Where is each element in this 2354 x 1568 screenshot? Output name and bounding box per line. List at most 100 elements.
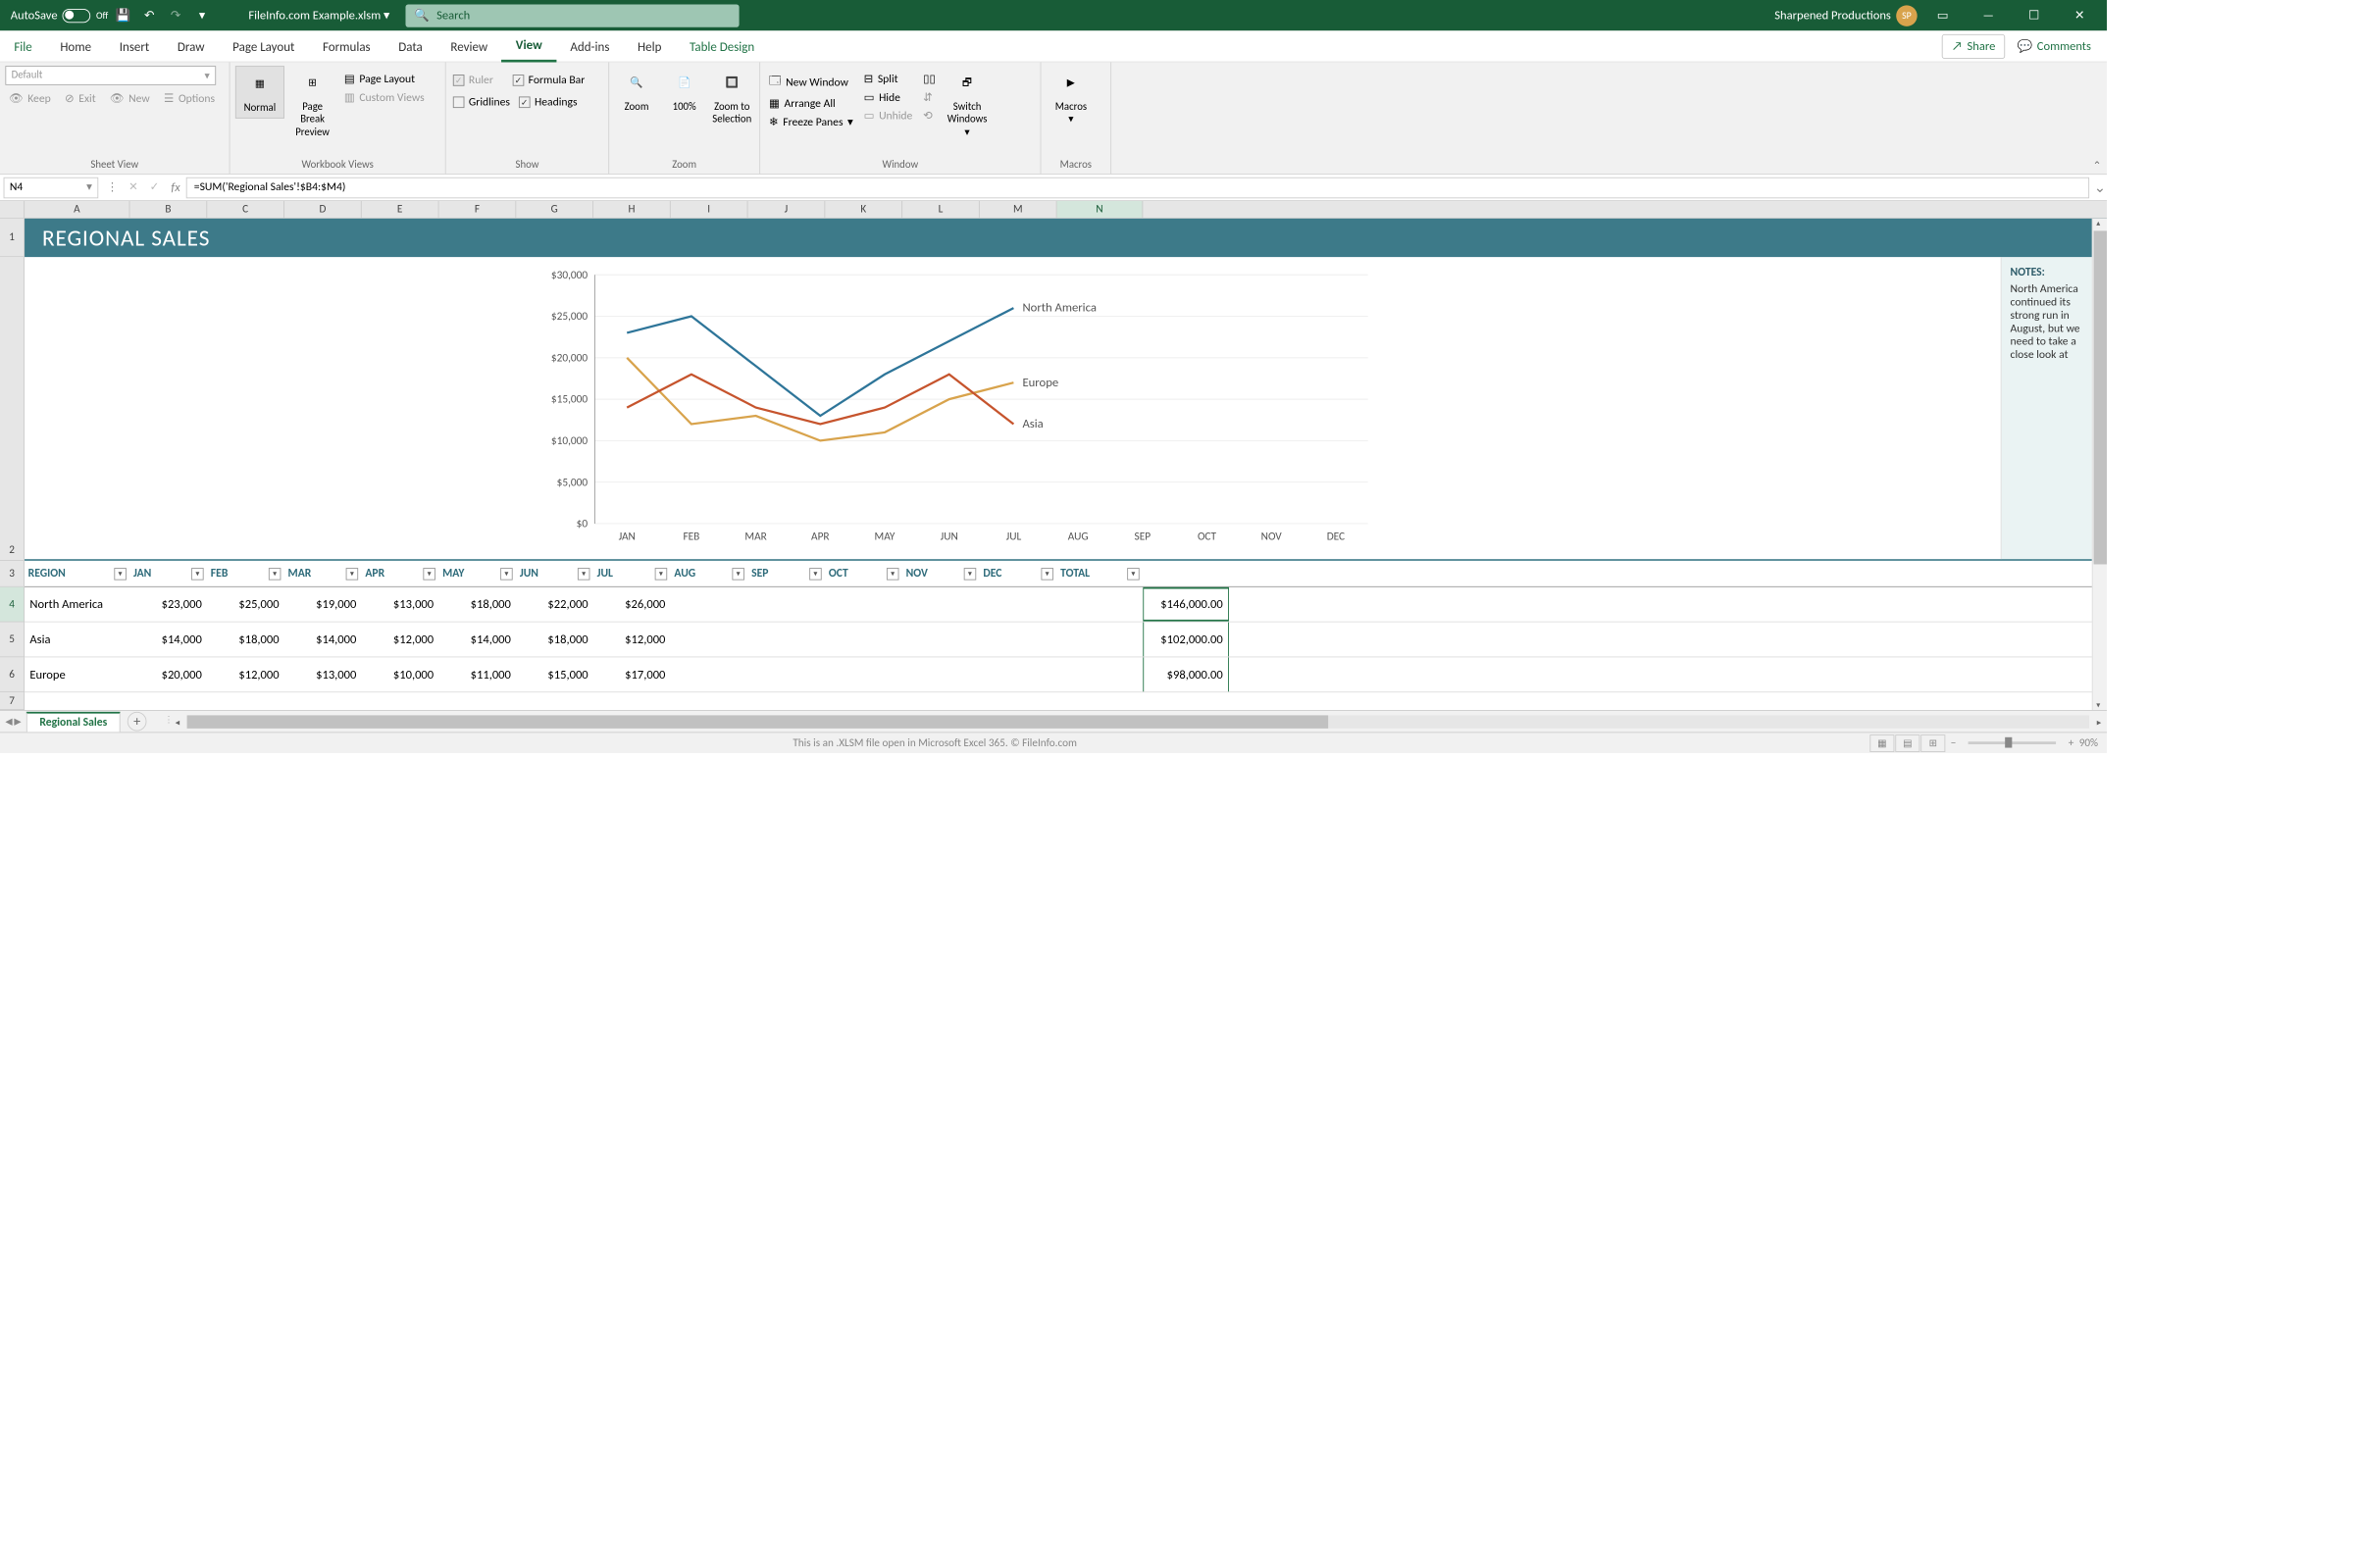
- data-cell[interactable]: [980, 587, 1057, 622]
- region-cell[interactable]: North America: [25, 587, 129, 622]
- filter-icon[interactable]: ▾: [964, 568, 977, 581]
- normal-view-icon[interactable]: ▦: [1869, 734, 1894, 752]
- switch-windows-button[interactable]: 🗗Switch Windows ▾: [943, 66, 992, 142]
- tab-formulas[interactable]: Formulas: [309, 30, 384, 62]
- account-name[interactable]: Sharpened Productions: [1774, 8, 1891, 23]
- filter-icon[interactable]: ▾: [732, 568, 744, 581]
- account-avatar[interactable]: SP: [1896, 5, 1917, 25]
- data-cell[interactable]: [671, 587, 748, 622]
- data-cell[interactable]: $19,000: [284, 587, 362, 622]
- table-header-cell[interactable]: JAN▾: [129, 561, 207, 586]
- table-header-cell[interactable]: DEC▾: [980, 561, 1057, 586]
- expand-formula-icon[interactable]: ⌄: [2093, 178, 2107, 196]
- data-cell[interactable]: $14,000: [439, 623, 517, 657]
- data-cell[interactable]: [902, 587, 980, 622]
- data-cell[interactable]: $22,000: [516, 587, 593, 622]
- col-header[interactable]: N: [1057, 201, 1144, 218]
- col-header[interactable]: B: [129, 201, 207, 218]
- filter-icon[interactable]: ▾: [423, 568, 435, 581]
- data-cell[interactable]: [980, 623, 1057, 657]
- row-header[interactable]: 4: [0, 587, 25, 623]
- tab-view[interactable]: View: [501, 30, 556, 62]
- total-cell[interactable]: $98,000.00: [1143, 657, 1229, 691]
- zoom-in-icon[interactable]: +: [2069, 736, 2074, 749]
- select-all-corner[interactable]: [0, 201, 25, 218]
- col-header[interactable]: J: [748, 201, 826, 218]
- data-cell[interactable]: $10,000: [362, 657, 439, 691]
- data-cell[interactable]: $13,000: [362, 587, 439, 622]
- headings-checkbox[interactable]: Headings: [517, 93, 579, 112]
- tab-insert[interactable]: Insert: [105, 30, 163, 62]
- col-header[interactable]: M: [980, 201, 1057, 218]
- page-layout-button[interactable]: ▤Page Layout: [340, 71, 428, 87]
- zoom-button[interactable]: 🔍Zoom: [615, 66, 659, 117]
- gridlines-checkbox[interactable]: Gridlines: [451, 93, 512, 112]
- table-header-cell[interactable]: OCT▾: [825, 561, 902, 586]
- data-cell[interactable]: $18,000: [439, 587, 517, 622]
- tab-data[interactable]: Data: [384, 30, 436, 62]
- autosave-toggle[interactable]: AutoSave Off: [11, 8, 108, 23]
- col-header[interactable]: A: [25, 201, 129, 218]
- data-cell[interactable]: [671, 623, 748, 657]
- data-cell[interactable]: [1057, 657, 1144, 691]
- tab-file[interactable]: File: [0, 30, 46, 62]
- zoom-slider[interactable]: [1969, 741, 2056, 744]
- data-cell[interactable]: [980, 657, 1057, 691]
- data-cell[interactable]: [825, 587, 902, 622]
- data-cell[interactable]: [1057, 587, 1144, 622]
- filter-icon[interactable]: ▾: [887, 568, 899, 581]
- data-cell[interactable]: [1057, 623, 1144, 657]
- data-cell[interactable]: [902, 657, 980, 691]
- ruler-checkbox[interactable]: Ruler: [451, 71, 495, 89]
- data-cell[interactable]: $18,000: [207, 623, 284, 657]
- page-layout-view-icon[interactable]: ▤: [1895, 734, 1919, 752]
- normal-view-button[interactable]: ▦ Normal: [235, 66, 284, 119]
- data-cell[interactable]: $17,000: [593, 657, 671, 691]
- filename[interactable]: FileInfo.com Example.xlsm ▾: [248, 8, 389, 23]
- exit-button[interactable]: ⊘Exit: [61, 90, 99, 107]
- minimize-icon[interactable]: —: [1969, 0, 2009, 30]
- hide-button[interactable]: ▭Hide: [860, 89, 916, 106]
- region-cell[interactable]: Europe: [25, 657, 129, 691]
- filter-icon[interactable]: ▾: [578, 568, 590, 581]
- data-cell[interactable]: $15,000: [516, 657, 593, 691]
- fx-icon[interactable]: fx: [165, 177, 185, 197]
- total-cell[interactable]: $146,000.00: [1143, 587, 1229, 622]
- scrollbar-thumb[interactable]: [2094, 230, 2107, 564]
- zoom-to-selection-button[interactable]: 🔲Zoom to Selection: [710, 66, 754, 129]
- table-header-cell[interactable]: APR▾: [362, 561, 439, 586]
- sheet-nav-next-icon[interactable]: ▸: [14, 713, 21, 731]
- col-header[interactable]: L: [902, 201, 980, 218]
- data-cell[interactable]: $26,000: [593, 587, 671, 622]
- new-window-button[interactable]: 🗔New Window: [765, 71, 856, 93]
- freeze-panes-button[interactable]: ❄Freeze Panes ▾: [765, 114, 856, 130]
- table-header-cell[interactable]: MAR▾: [284, 561, 362, 586]
- macros-button[interactable]: ▶Macros▾: [1047, 66, 1096, 129]
- table-row[interactable]: North America$23,000$25,000$19,000$13,00…: [25, 587, 2107, 623]
- table-header-cell[interactable]: REGION▾: [25, 561, 129, 586]
- hscroll-left-icon[interactable]: ◂: [170, 716, 185, 728]
- filter-icon[interactable]: ▾: [655, 568, 668, 581]
- arrange-all-button[interactable]: ▦Arrange All: [765, 96, 856, 113]
- row-header[interactable]: 1: [0, 219, 25, 257]
- col-header[interactable]: F: [439, 201, 517, 218]
- col-header[interactable]: H: [593, 201, 671, 218]
- pagebreak-view-icon[interactable]: ⊞: [1920, 734, 1945, 752]
- table-header-cell[interactable]: TOTAL▾: [1057, 561, 1144, 586]
- zoom-out-icon[interactable]: −: [1951, 736, 1957, 749]
- filter-icon[interactable]: ▾: [191, 568, 204, 581]
- tab-table-design[interactable]: Table Design: [676, 30, 769, 62]
- sheet-nav-prev-icon[interactable]: ◂: [5, 713, 12, 731]
- col-header[interactable]: E: [362, 201, 439, 218]
- table-row[interactable]: Europe$20,000$12,000$13,000$10,000$11,00…: [25, 657, 2107, 692]
- data-cell[interactable]: $25,000: [207, 587, 284, 622]
- cancel-formula-icon[interactable]: ⋮: [102, 177, 123, 197]
- col-header[interactable]: C: [207, 201, 284, 218]
- data-cell[interactable]: $12,000: [362, 623, 439, 657]
- collapse-ribbon-icon[interactable]: ⌃: [2093, 159, 2102, 172]
- col-header[interactable]: K: [825, 201, 902, 218]
- data-cell[interactable]: [825, 623, 902, 657]
- data-cell[interactable]: $14,000: [284, 623, 362, 657]
- data-cell[interactable]: [671, 657, 748, 691]
- col-header[interactable]: I: [671, 201, 748, 218]
